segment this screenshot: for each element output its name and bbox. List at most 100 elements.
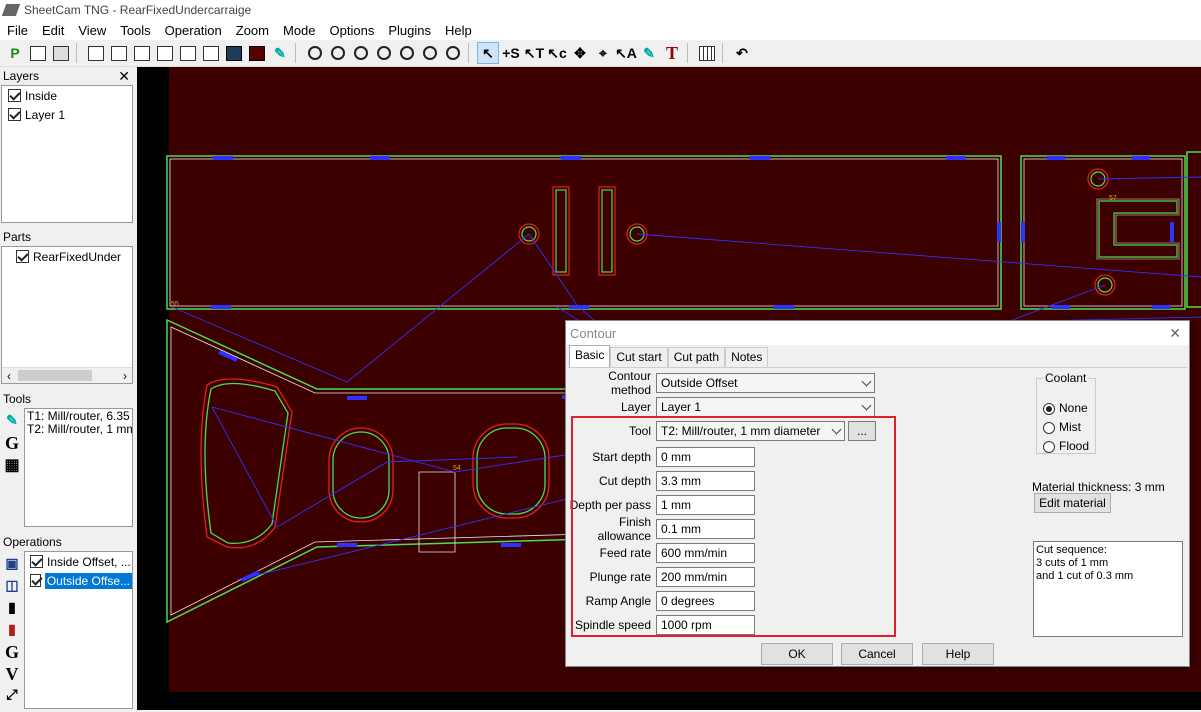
radio-button[interactable]: [1043, 402, 1055, 415]
text-icon[interactable]: T: [661, 42, 683, 64]
dialog-title: Contour: [570, 325, 617, 341]
coolant-none[interactable]: None: [1043, 401, 1088, 415]
dialog-tabs: Basic Cut start Cut path Notes: [569, 345, 769, 367]
simulate-icon[interactable]: ✎: [269, 42, 291, 64]
view-slope-icon[interactable]: [200, 42, 222, 64]
list-item[interactable]: Layer 1: [2, 105, 132, 124]
new-tool-icon[interactable]: ✎: [2, 410, 22, 432]
view-rapids-icon[interactable]: [131, 42, 153, 64]
layer-select[interactable]: Layer 1: [656, 397, 875, 417]
highlight-box: [571, 416, 896, 637]
close-icon[interactable]: ✕: [118, 68, 130, 85]
chevron-right-icon[interactable]: ›: [123, 369, 127, 383]
zoom-sheet-icon[interactable]: [373, 42, 395, 64]
zoom-fit-icon[interactable]: [442, 42, 464, 64]
radio-button[interactable]: [1043, 421, 1055, 434]
print-icon[interactable]: [50, 42, 72, 64]
origin-icon[interactable]: ⌖: [592, 42, 614, 64]
tab-mode-icon[interactable]: ↖T: [523, 42, 545, 64]
zoom-in-icon[interactable]: [304, 42, 326, 64]
view-stock-icon[interactable]: [246, 42, 268, 64]
contour-method-select[interactable]: Outside Offset: [656, 373, 875, 393]
menu-operation[interactable]: Operation: [158, 23, 229, 38]
view-sheet-icon[interactable]: [223, 42, 245, 64]
menu-options[interactable]: Options: [323, 23, 382, 38]
cut-sequence-line: 3 cuts of 1 mm: [1036, 557, 1109, 569]
tab-cut-start[interactable]: Cut start: [610, 347, 668, 367]
operations-title: Operations: [3, 535, 62, 549]
edit-icon[interactable]: [27, 42, 49, 64]
menu-mode[interactable]: Mode: [276, 23, 323, 38]
menu-view[interactable]: View: [71, 23, 113, 38]
contour-op-icon[interactable]: ◫: [2, 575, 22, 597]
coolant-flood[interactable]: Flood: [1043, 439, 1089, 453]
coolant-mist[interactable]: Mist: [1043, 420, 1081, 434]
menu-tools[interactable]: Tools: [113, 23, 157, 38]
view-paths-icon[interactable]: [108, 42, 130, 64]
layer-label: Layer 1: [25, 107, 66, 122]
canvas-label: 55: [171, 301, 179, 308]
radio-button[interactable]: [1043, 440, 1055, 453]
zoom-out-icon[interactable]: [327, 42, 349, 64]
checkbox[interactable]: [30, 574, 41, 587]
cancel-button[interactable]: Cancel: [841, 643, 913, 665]
ok-button[interactable]: OK: [761, 643, 833, 665]
list-item[interactable]: T1: Mill/router, 6.35 m: [25, 409, 132, 423]
calculator-icon[interactable]: [696, 42, 718, 64]
chevron-down-icon: [861, 376, 872, 386]
layer-label: Layer: [620, 400, 651, 414]
tools-list: T1: Mill/router, 6.35 m T2: Mill/router,…: [24, 408, 133, 527]
line-op-icon[interactable]: ⤢: [2, 685, 22, 707]
menu-zoom[interactable]: Zoom: [229, 23, 276, 38]
gcode-icon[interactable]: G: [2, 432, 22, 454]
menu-file[interactable]: File: [0, 23, 35, 38]
cut-mode-icon[interactable]: ✎: [638, 42, 660, 64]
view-outline-icon[interactable]: [154, 42, 176, 64]
zoom-window-icon[interactable]: [419, 42, 441, 64]
chevron-down-icon: [861, 400, 872, 410]
drill-op-icon[interactable]: ▣: [2, 553, 22, 575]
post-process-icon[interactable]: P: [4, 42, 26, 64]
path-mode-icon[interactable]: ↖c: [546, 42, 568, 64]
view-parts-icon[interactable]: [85, 42, 107, 64]
tab-cut-path[interactable]: Cut path: [667, 347, 726, 367]
text-mode-icon[interactable]: ↖A: [615, 42, 637, 64]
layer-label: Inside: [25, 88, 58, 103]
vcarve-op-icon[interactable]: V: [2, 663, 22, 685]
checkbox[interactable]: [16, 250, 29, 263]
select-mode-icon[interactable]: ↖: [477, 42, 499, 64]
chevron-left-icon[interactable]: ‹: [7, 369, 11, 383]
undo-icon[interactable]: ↶: [731, 42, 753, 64]
menu-help[interactable]: Help: [438, 23, 479, 38]
tab-notes[interactable]: Notes: [725, 347, 769, 367]
list-item[interactable]: Inside Offset, ...: [25, 552, 132, 571]
menu-plugins[interactable]: Plugins: [381, 23, 438, 38]
tab-basic[interactable]: Basic: [569, 345, 611, 367]
pocket-op-icon[interactable]: ▮: [2, 597, 22, 619]
edit-material-button[interactable]: Edit material: [1034, 493, 1111, 513]
start-point-icon[interactable]: +S: [500, 42, 522, 64]
layers-list: Inside Layer 1: [1, 85, 133, 223]
toolbar-separator: [468, 43, 474, 63]
operations-panel: Operations ▣ ◫ ▮ ▮ G V ⤢ Inside Offset, …: [0, 533, 134, 711]
list-item-selected[interactable]: Outside Offse...: [25, 571, 132, 590]
toolbar-separator: [76, 43, 82, 63]
zoom-all-icon[interactable]: [396, 42, 418, 64]
checkbox[interactable]: [30, 555, 43, 568]
horizontal-scrollbar[interactable]: ‹ ›: [2, 367, 132, 383]
list-item[interactable]: Inside: [2, 86, 132, 105]
checkbox[interactable]: [8, 108, 21, 121]
list-item[interactable]: RearFixedUnder: [2, 247, 132, 266]
view-offset-icon[interactable]: [177, 42, 199, 64]
gcode-op-icon[interactable]: G: [2, 641, 22, 663]
help-button[interactable]: Help: [922, 643, 994, 665]
menu-edit[interactable]: Edit: [35, 23, 71, 38]
tap-op-icon[interactable]: ▮: [2, 619, 22, 641]
checkbox[interactable]: [8, 89, 21, 102]
zoom-part-icon[interactable]: [350, 42, 372, 64]
tool-table-icon[interactable]: ▦: [2, 454, 22, 476]
list-item[interactable]: T2: Mill/router, 1 mm d: [25, 422, 132, 436]
move-icon[interactable]: ✥: [569, 42, 591, 64]
scrollbar-thumb[interactable]: [18, 370, 92, 381]
close-icon[interactable]: ✕: [1169, 325, 1181, 342]
